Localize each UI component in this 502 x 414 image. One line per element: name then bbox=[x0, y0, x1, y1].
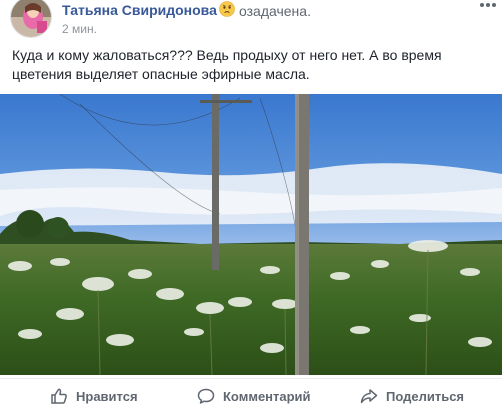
share-label: Поделиться bbox=[386, 388, 465, 404]
worried-face-emoji-icon bbox=[219, 1, 235, 17]
comment-label: Комментарий bbox=[223, 388, 311, 404]
share-arrow-icon bbox=[360, 389, 378, 404]
thumbs-up-icon bbox=[51, 388, 67, 404]
post-photo[interactable] bbox=[0, 94, 502, 375]
more-options-icon[interactable] bbox=[478, 0, 498, 14]
post-body-text: Куда и кому жаловаться??? Ведь продыху о… bbox=[12, 47, 442, 82]
comment-button[interactable]: Комментарий bbox=[197, 379, 311, 413]
like-button[interactable]: Нравится bbox=[50, 379, 138, 413]
comment-bubble-icon bbox=[197, 388, 215, 404]
author-avatar[interactable] bbox=[10, 0, 52, 38]
feeling-text: озадачена. bbox=[239, 3, 311, 19]
like-label: Нравится bbox=[76, 388, 138, 404]
post-action-bar: Нравится Комментарий Поделиться bbox=[0, 378, 502, 414]
post-header: Татьяна Свиридонова озадачена. 2 мин. bbox=[0, 0, 502, 38]
author-name-link[interactable]: Татьяна Свиридонова bbox=[62, 2, 217, 18]
feed-post: Татьяна Свиридонова озадачена. 2 мин. Ку… bbox=[0, 0, 502, 414]
post-timestamp[interactable]: 2 мин. bbox=[62, 22, 97, 36]
share-button[interactable]: Поделиться bbox=[360, 379, 464, 413]
avatar-image bbox=[11, 0, 51, 37]
